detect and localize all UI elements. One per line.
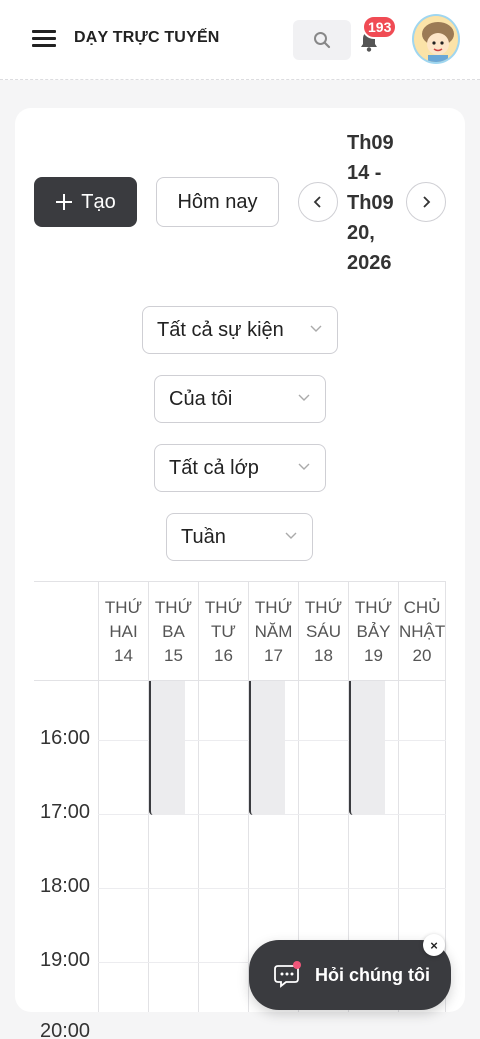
search-button[interactable]: [293, 20, 351, 60]
chevron-right-icon: [423, 196, 431, 208]
day-label: NĂM: [254, 622, 293, 641]
chevron-down-icon: [285, 532, 297, 539]
calendar-header: THỨ HAI 14 THỨ BA 15 THỨ TƯ 16 THỨ NĂM 1…: [34, 581, 446, 682]
owner-filter-value: Của tôi: [169, 387, 233, 410]
time-label: 16:00: [40, 727, 91, 749]
day-date: 14: [114, 646, 133, 665]
chevron-down-icon: [298, 463, 310, 470]
day-header-wed[interactable]: THỨ TƯ 16: [198, 582, 248, 682]
calendar-card: Tạo Hôm nay Th09 14 - Th09 20, 2026 Tất …: [15, 108, 465, 1012]
view-select[interactable]: Tuần: [166, 513, 313, 561]
event-filter-select[interactable]: Tất cả sự kiện: [142, 306, 338, 354]
plus-icon: [56, 194, 73, 210]
busy-block[interactable]: [149, 681, 185, 815]
day-header-mon[interactable]: THỨ HAI 14: [98, 582, 148, 682]
day-label: NHẬT: [399, 622, 446, 641]
create-label: Tạo: [81, 190, 116, 213]
previous-week-button[interactable]: [298, 182, 338, 222]
day-header-fri[interactable]: THỨ SÁU 18: [298, 582, 348, 682]
search-icon: [314, 32, 331, 49]
busy-block[interactable]: [249, 681, 285, 815]
day-label: TƯ: [211, 622, 236, 641]
day-label: HAI: [109, 622, 138, 641]
class-filter-value: Tất cả lớp: [169, 456, 259, 479]
day-date: 18: [314, 646, 333, 665]
today-button[interactable]: Hôm nay: [156, 177, 279, 227]
day-header-thu[interactable]: THỨ NĂM 17: [248, 582, 298, 682]
view-value: Tuần: [181, 525, 226, 548]
menu-icon[interactable]: [32, 30, 56, 50]
time-label: 20:00: [40, 1020, 91, 1039]
ask-us-button[interactable]: Hỏi chúng tôi: [249, 940, 451, 1010]
class-filter-select[interactable]: Tất cả lớp: [154, 444, 326, 492]
day-label: CHỦ: [403, 598, 441, 617]
busy-block[interactable]: [349, 681, 385, 815]
day-label: BẢY: [356, 622, 391, 641]
owner-filter-select[interactable]: Của tôi: [154, 375, 326, 423]
day-label: THỨ: [104, 598, 143, 617]
time-label: 17:00: [40, 801, 91, 823]
day-header-sun[interactable]: CHỦ NHẬT 20: [398, 582, 446, 682]
chevron-left-icon: [313, 196, 321, 208]
top-header: DẠY TRỰC TUYẾN 193: [0, 0, 480, 80]
time-label: 18:00: [40, 875, 91, 897]
chat-icon: [274, 961, 301, 988]
day-date: 16: [214, 646, 233, 665]
time-label: 19:00: [40, 949, 91, 971]
brand-title: DẠY TRỰC TUYẾN: [74, 29, 220, 46]
day-date: 19: [364, 646, 383, 665]
notification-badge: 193: [362, 15, 398, 39]
day-label: THỨ: [354, 598, 393, 617]
chevron-down-icon: [310, 325, 322, 332]
day-label: THỨ: [304, 598, 343, 617]
day-label: THỨ: [254, 598, 293, 617]
chevron-down-icon: [298, 394, 310, 401]
day-header-sat[interactable]: THỨ BẢY 19: [348, 582, 398, 682]
day-date: 20: [412, 646, 432, 665]
day-label: SÁU: [306, 622, 341, 641]
day-label: THỨ: [204, 598, 243, 617]
date-range: Th09 14 - Th09 20, 2026: [347, 132, 394, 274]
event-filter-value: Tất cả sự kiện: [157, 318, 284, 341]
ask-us-label: Hỏi chúng tôi: [315, 964, 430, 985]
day-header-tue[interactable]: THỨ BA 15: [148, 582, 198, 682]
avatar[interactable]: [412, 14, 460, 64]
create-button[interactable]: Tạo: [34, 177, 137, 227]
close-chat-button[interactable]: ×: [423, 934, 445, 956]
day-label: BA: [162, 622, 185, 641]
next-week-button[interactable]: [406, 182, 446, 222]
day-label: THỨ: [154, 598, 193, 617]
avatar-image: [414, 16, 458, 62]
day-date: 15: [164, 646, 183, 665]
day-date: 17: [264, 646, 283, 665]
